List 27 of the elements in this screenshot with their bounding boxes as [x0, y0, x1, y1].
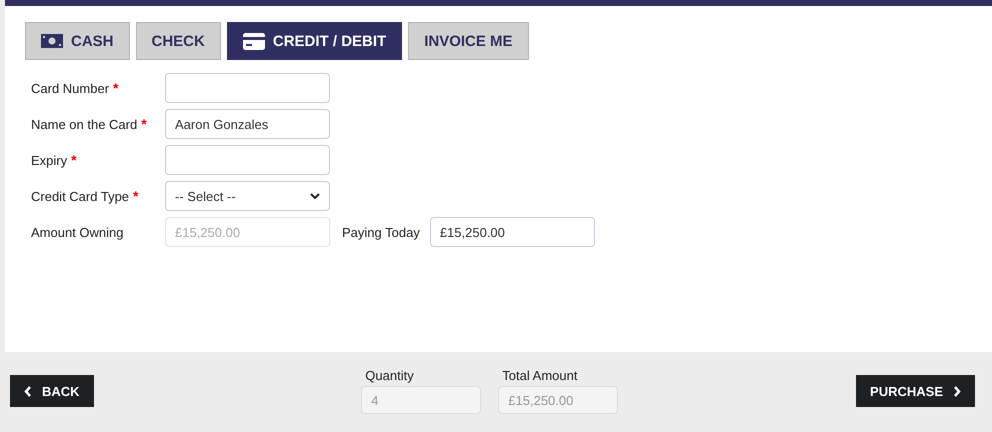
payment-tab[interactable]: CHECK	[136, 22, 221, 60]
credit-card-icon	[242, 32, 265, 50]
field-label: Total Amount	[501, 368, 578, 383]
banknote-icon	[41, 34, 63, 48]
required-mark: *	[133, 188, 138, 204]
field-label: Name on the Card	[31, 116, 138, 132]
field-label: Quantity	[364, 368, 415, 383]
required-mark: *	[141, 116, 147, 132]
input-field[interactable]	[165, 145, 330, 175]
payment-tab[interactable]: CASH	[25, 22, 130, 60]
field-label: Paying Today	[342, 224, 420, 240]
required-mark: *	[71, 152, 77, 168]
chevron-down-icon	[310, 192, 320, 200]
select-field[interactable]: -- Select --	[165, 181, 330, 211]
back-button[interactable]: BACK	[10, 375, 94, 407]
purchase-button[interactable]: PURCHASE	[856, 375, 975, 407]
field-label: Credit Card Type	[31, 188, 130, 204]
payment-tab[interactable]: CREDIT / DEBIT	[226, 22, 402, 60]
field-label: Card Number	[31, 80, 110, 96]
required-mark: *	[113, 80, 118, 96]
input-field[interactable]: Aaron Gonzales	[165, 109, 330, 139]
chevron-left-icon	[24, 386, 32, 396]
payment-tab[interactable]: INVOICE ME	[408, 22, 529, 60]
field-label: Expiry	[31, 152, 68, 168]
field-label: Amount Owning	[31, 224, 124, 240]
input-field[interactable]	[165, 73, 330, 103]
chevron-right-icon	[953, 386, 961, 396]
